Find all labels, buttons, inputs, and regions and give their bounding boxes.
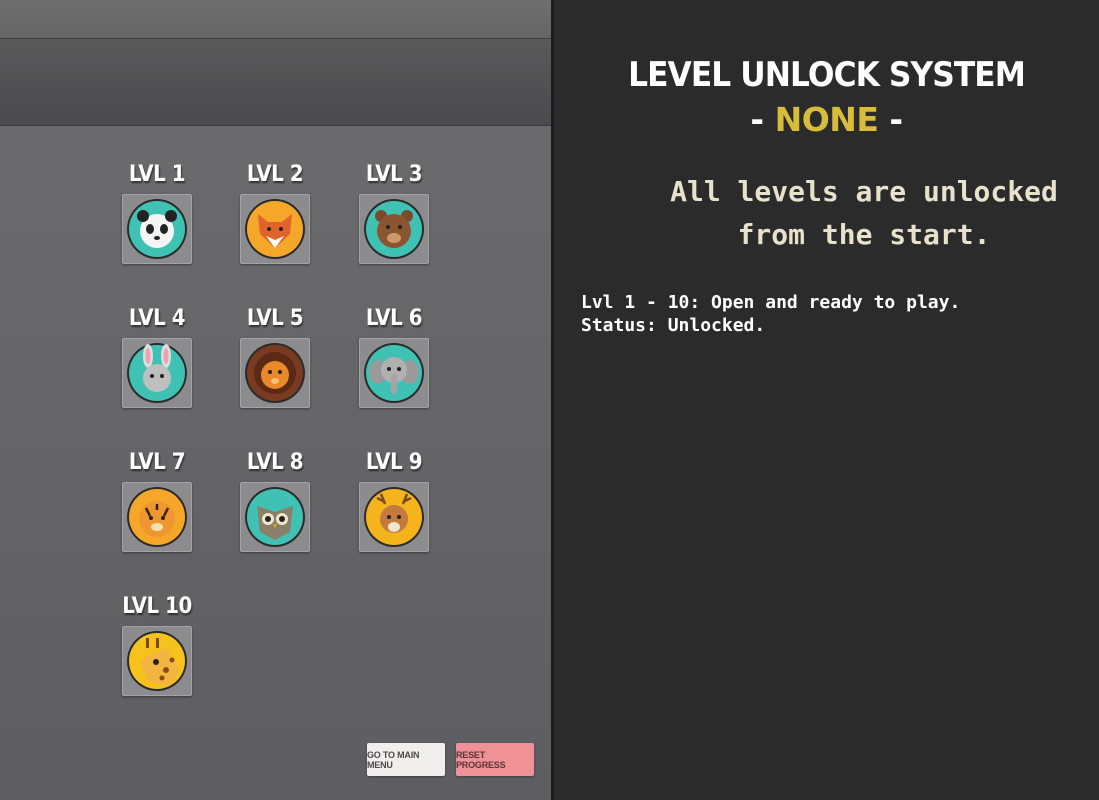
unlock-mode: - NONE - [554,100,1099,139]
panda-icon [127,199,187,259]
level-button[interactable] [240,194,310,264]
level-label: LVL 1 [128,162,186,187]
level-button[interactable] [359,194,429,264]
level-label: LVL 9 [365,450,423,475]
level-label: LVL 3 [365,162,423,187]
level-label: LVL 7 [128,450,186,475]
level-tile-3[interactable]: LVL 3 [354,162,434,272]
fox-icon [245,199,305,259]
description-line: All levels are unlocked [670,175,1058,208]
info-title: LEVEL UNLOCK SYSTEM [628,55,1026,95]
level-range-detail: Lvl 1 - 10: Open and ready to play. [581,292,961,313]
level-tile-8[interactable]: LVL 8 [235,450,315,560]
mode-value: NONE [774,100,879,139]
level-label: LVL 4 [128,306,186,331]
level-tile-4[interactable]: LVL 4 [117,306,197,416]
tiger-icon [127,487,187,547]
level-label: LVL 10 [122,594,192,619]
level-button[interactable] [122,194,192,264]
description-line: from the start. [737,218,991,251]
level-tile-2[interactable]: LVL 2 [235,162,315,272]
level-button[interactable] [122,626,192,696]
level-select-panel: LVL 1 LVL 2 LVL 3 LVL 4 LVL 5 LVL 6 LVL 7 LVL 8… [0,0,552,800]
level-button[interactable] [359,482,429,552]
level-tile-5[interactable]: LVL 5 [235,306,315,416]
elephant-icon [364,343,424,403]
level-tile-1[interactable]: LVL 1 [117,162,197,272]
info-panel: LEVEL UNLOCK SYSTEM - NONE - All levels … [554,0,1099,800]
level-button[interactable] [122,338,192,408]
reset-progress-button[interactable]: RESET PROGRESS [456,743,534,776]
mode-prefix: - [750,100,775,139]
level-label: LVL 6 [365,306,423,331]
level-tile-9[interactable]: LVL 9 [354,450,434,560]
level-button[interactable] [359,338,429,408]
header-bar [0,39,552,126]
deer-icon [364,487,424,547]
main-menu-button[interactable]: GO TO MAIN MENU [367,743,445,776]
level-button[interactable] [240,338,310,408]
level-tile-7[interactable]: LVL 7 [117,450,197,560]
level-label: LVL 5 [246,306,304,331]
level-tile-10[interactable]: LVL 10 [117,594,197,704]
owl-icon [245,487,305,547]
top-bar [0,0,552,39]
level-button[interactable] [122,482,192,552]
rabbit-icon [127,343,187,403]
mode-description: All levels are unlocked from the start. [614,170,1099,256]
lion-icon [245,343,305,403]
level-label: LVL 8 [246,450,304,475]
giraffe-icon [127,631,187,691]
status-detail: Status: Unlocked. [581,315,766,336]
mode-suffix: - [878,100,903,139]
level-label: LVL 2 [246,162,304,187]
level-button[interactable] [240,482,310,552]
level-tile-6[interactable]: LVL 6 [354,306,434,416]
bear-icon [364,199,424,259]
